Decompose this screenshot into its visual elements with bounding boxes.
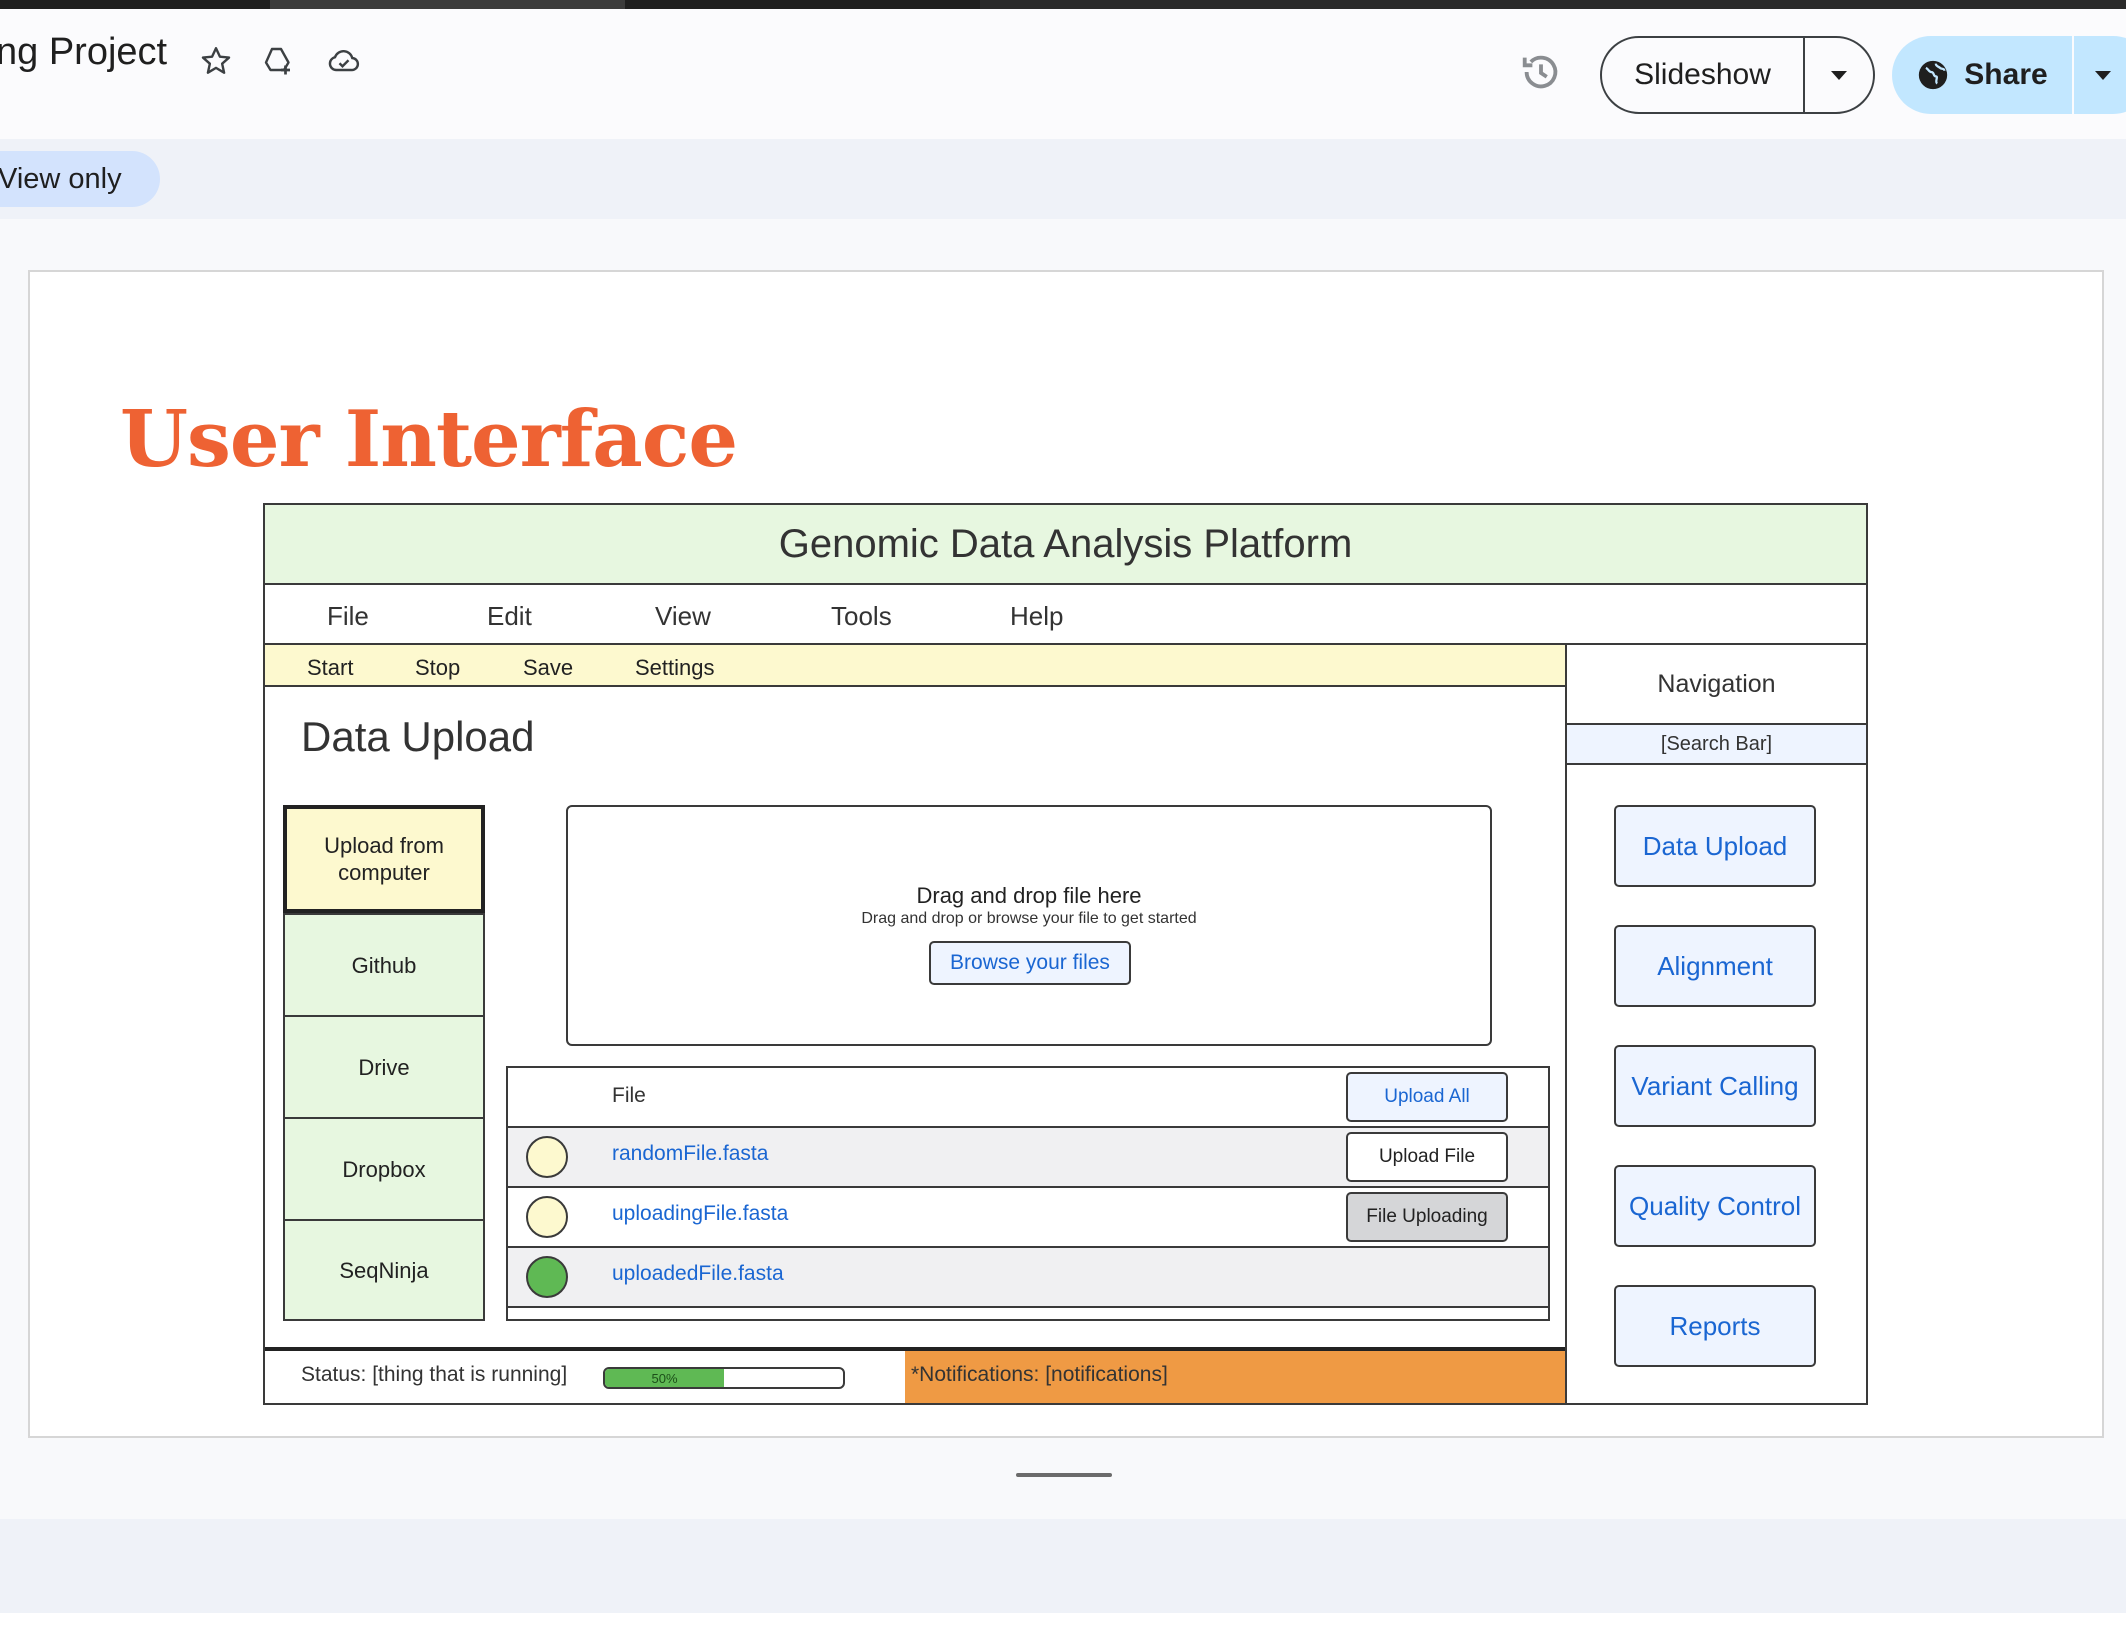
- menu-view: View: [655, 601, 711, 631]
- toolbar-start: Start: [307, 655, 354, 680]
- nav-variant-calling-button: Variant Calling: [1614, 1045, 1816, 1127]
- history-icon[interactable]: [1518, 49, 1564, 95]
- status-dot-uploading: [526, 1196, 568, 1238]
- status-dot-complete: [526, 1256, 568, 1298]
- progress-label: 50%: [651, 1371, 678, 1386]
- dropzone: Drag and drop file here Drag and drop or…: [566, 805, 1492, 1046]
- cloud-done-icon[interactable]: [324, 41, 364, 81]
- mockup-toolbar: Start Stop Save Settings: [265, 645, 1565, 687]
- share-dropdown-button[interactable]: [2072, 36, 2126, 114]
- notifications-area: *Notifications: [notifications]: [905, 1351, 1565, 1403]
- table-row: randomFile.fasta Upload File: [508, 1128, 1548, 1188]
- upload-all-button: Upload All: [1346, 1072, 1508, 1122]
- slide-title: User Interface: [120, 394, 738, 485]
- status-text: Status: [thing that is running]: [301, 1363, 568, 1386]
- toolbar-stop: Stop: [415, 655, 461, 680]
- menu-help: Help: [1010, 601, 1064, 631]
- table-row: uploadingFile.fasta File Uploading: [508, 1188, 1548, 1248]
- mockup-statusbar: Status: [thing that is running] 50% *Not…: [265, 1347, 1565, 1403]
- browse-files-button: Browse your files: [929, 941, 1131, 985]
- navigation-panel: Navigation [Search Bar] Data Upload Alig…: [1565, 645, 1866, 1403]
- document-title[interactable]: ng Project: [0, 31, 167, 74]
- section-title: Data Upload: [301, 713, 535, 760]
- browser-tab[interactable]: [980, 0, 2126, 9]
- view-only-chip[interactable]: View only: [0, 151, 160, 207]
- page-bottom-edge: [0, 1613, 2126, 1640]
- source-seqninja: SeqNinja: [283, 1219, 485, 1321]
- source-upload-computer: Upload from computer: [283, 805, 485, 913]
- mockup-app-title: Genomic Data Analysis Platform: [265, 505, 1866, 585]
- mockup-menubar: File Edit View Tools Help: [265, 585, 1866, 645]
- file-name: uploadingFile.fasta: [612, 1202, 789, 1225]
- table-header-row: File Upload All: [508, 1068, 1548, 1128]
- source-drive: Drive: [283, 1015, 485, 1119]
- panel-resize-handle[interactable]: [1016, 1473, 1112, 1477]
- upload-file-button: Upload File: [1346, 1132, 1508, 1182]
- file-name: randomFile.fasta: [612, 1142, 769, 1165]
- menu-edit: Edit: [487, 601, 532, 631]
- toolbar-settings: Settings: [635, 655, 715, 680]
- table-row: uploadedFile.fasta: [508, 1248, 1548, 1308]
- chevron-down-icon: [1831, 70, 1847, 80]
- nav-quality-control-button: Quality Control: [1614, 1165, 1816, 1247]
- nav-alignment-button: Alignment: [1614, 925, 1816, 1007]
- menu-tools: Tools: [831, 601, 892, 631]
- slide-canvas: User Interface Genomic Data Analysis Pla…: [0, 219, 2126, 1519]
- browser-tab[interactable]: [270, 0, 625, 9]
- drive-add-icon[interactable]: [258, 41, 298, 81]
- status-dot-pending: [526, 1136, 568, 1178]
- share-button-group: Share: [1892, 36, 2126, 114]
- navigation-search-bar: [Search Bar]: [1567, 725, 1866, 765]
- menu-file: File: [327, 601, 369, 631]
- app-header: ng Project Slideshow Share: [0, 9, 2126, 139]
- browser-tab-strip: [0, 0, 2126, 9]
- dropzone-subtext: Drag and drop or browse your file to get…: [861, 910, 1197, 927]
- toolbar-save: Save: [523, 655, 574, 680]
- ui-mockup: Genomic Data Analysis Platform File Edit…: [263, 503, 1868, 1405]
- progress-bar: 50%: [603, 1367, 845, 1389]
- mode-bar: View only: [0, 139, 2126, 219]
- speaker-notes-area: [0, 1519, 2126, 1613]
- chevron-down-icon: [2095, 70, 2111, 80]
- navigation-title: Navigation: [1567, 645, 1866, 725]
- slideshow-button[interactable]: Slideshow: [1602, 38, 1803, 112]
- nav-reports-button: Reports: [1614, 1285, 1816, 1367]
- file-table: File Upload All randomFile.fasta Upload …: [506, 1066, 1550, 1321]
- dropzone-heading: Drag and drop file here: [916, 883, 1142, 908]
- globe-icon: [1919, 60, 1948, 90]
- file-name: uploadedFile.fasta: [612, 1262, 784, 1285]
- slideshow-dropdown-button[interactable]: [1803, 38, 1873, 112]
- slide: User Interface Genomic Data Analysis Pla…: [28, 270, 2104, 1438]
- file-uploading-button: File Uploading: [1346, 1192, 1508, 1242]
- file-column-header: File: [612, 1084, 646, 1107]
- source-github: Github: [283, 913, 485, 1017]
- star-icon[interactable]: [196, 41, 236, 81]
- nav-data-upload-button: Data Upload: [1614, 805, 1816, 887]
- slideshow-button-group: Slideshow: [1600, 36, 1875, 114]
- share-button[interactable]: Share: [1892, 36, 2072, 114]
- source-dropbox: Dropbox: [283, 1117, 485, 1221]
- share-label: Share: [1964, 58, 2048, 91]
